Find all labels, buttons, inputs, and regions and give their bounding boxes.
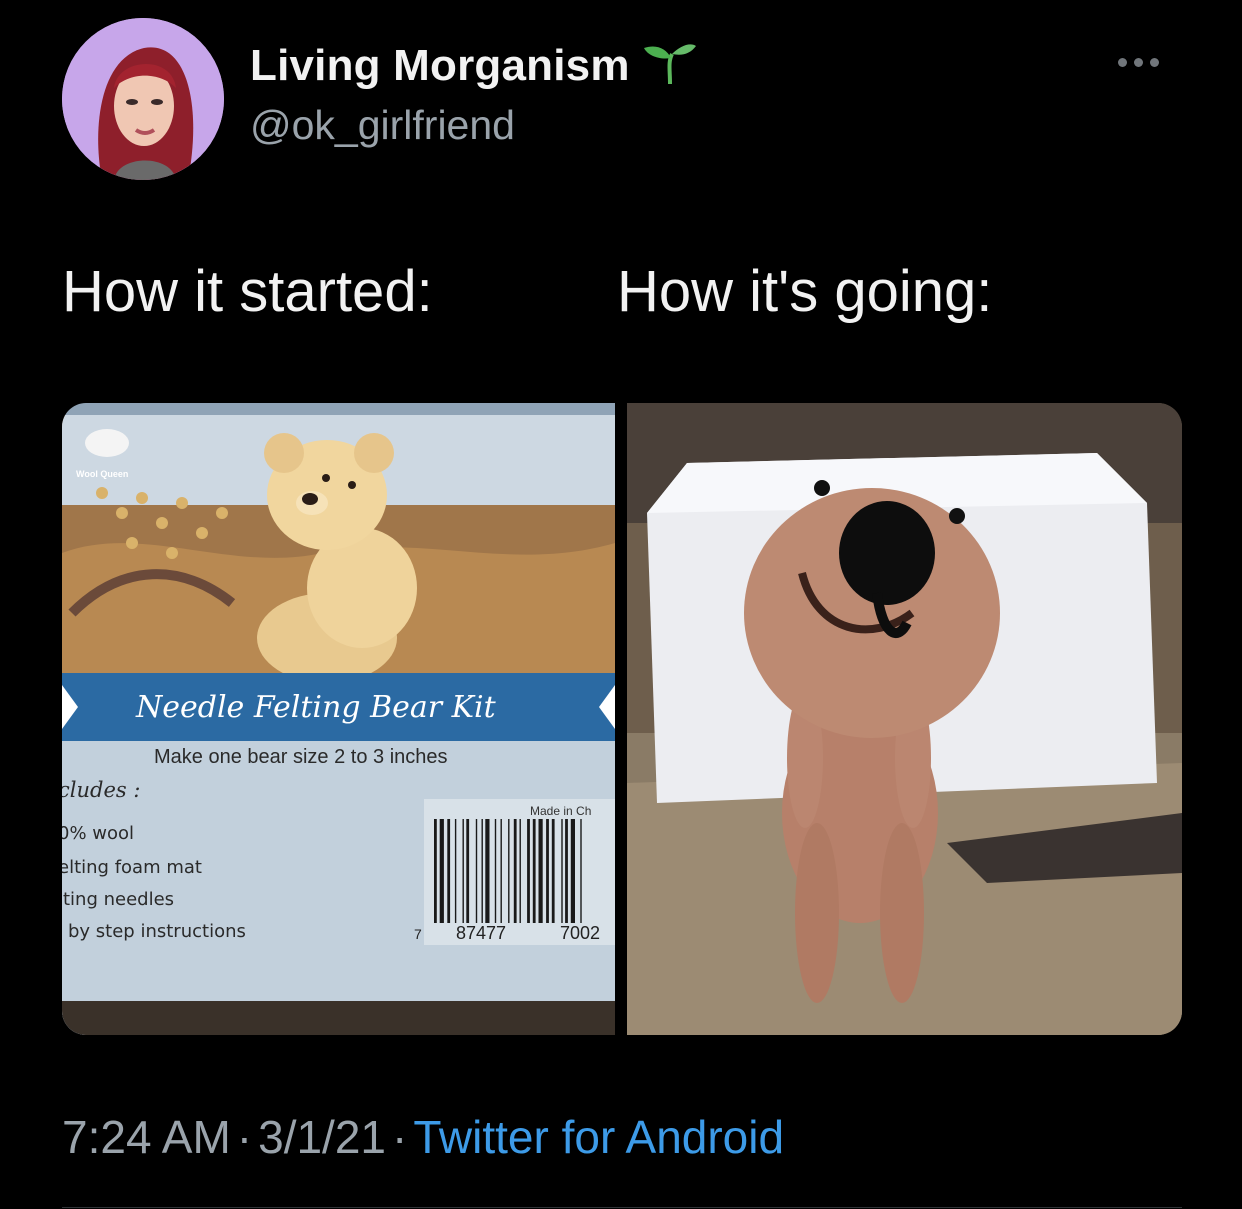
caption-how-it-started: How it started: xyxy=(62,259,433,324)
includes-item-1: 0% wool xyxy=(62,823,134,844)
more-options-icon[interactable] xyxy=(1118,58,1159,67)
barcode-digits-right: 7002 xyxy=(560,923,600,943)
kit-subtitle: Make one bear size 2 to 3 inches xyxy=(154,746,448,768)
kit-title: Needle Felting Bear Kit xyxy=(135,690,497,725)
avatar[interactable] xyxy=(62,18,224,180)
avatar-illustration xyxy=(62,18,224,180)
footer-separator: · xyxy=(392,1111,408,1163)
includes-label: cludes : xyxy=(62,778,140,802)
author-display-name[interactable]: Living Morganism xyxy=(250,41,630,91)
photo-felting-kit[interactable]: Wool Queen Needle Felting Bear Kit Make … xyxy=(62,403,615,1035)
seedling-icon xyxy=(640,40,698,91)
made-in-label: Made in Ch xyxy=(530,804,591,818)
tweet-client-link[interactable]: Twitter for Android xyxy=(413,1111,784,1163)
author-name-row: Living Morganism xyxy=(250,40,698,91)
brand-logo-text: Wool Queen xyxy=(76,469,128,479)
author-handle[interactable]: @ok_girlfriend xyxy=(250,102,515,149)
tweet-timestamp[interactable]: 7:24 AM xyxy=(62,1111,231,1163)
tweet-date[interactable]: 3/1/21 xyxy=(258,1111,386,1163)
includes-item-3: lting needles xyxy=(62,889,174,910)
tweet-media[interactable]: Wool Queen Needle Felting Bear Kit Make … xyxy=(62,403,1182,1035)
barcode-digit-prefix: 7 xyxy=(414,926,422,942)
caption-how-its-going: How it's going: xyxy=(617,259,993,324)
footer-separator: · xyxy=(236,1111,253,1163)
includes-item-4: by step instructions xyxy=(68,921,246,942)
includes-item-2: elting foam mat xyxy=(62,857,202,878)
tweet-footer: 7:24 AM · 3/1/21 · Twitter for Android xyxy=(62,1110,784,1164)
photo-felted-creature[interactable] xyxy=(627,403,1182,1035)
divider xyxy=(62,1207,1182,1208)
barcode-digits-left: 87477 xyxy=(456,923,506,943)
